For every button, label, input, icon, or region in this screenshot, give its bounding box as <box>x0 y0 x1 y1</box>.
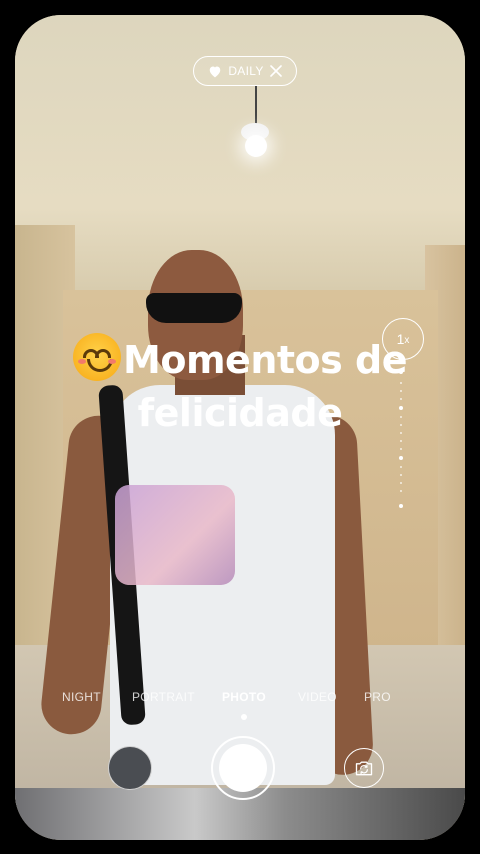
person-shirt <box>110 385 335 785</box>
shirt-print <box>115 485 235 585</box>
caption-line-1: Momentos de <box>60 333 420 387</box>
caption-text[interactable]: Momentos de felicidade <box>60 333 420 440</box>
sunglasses <box>146 293 242 323</box>
mode-night[interactable]: NIGHT <box>62 690 101 704</box>
flip-camera-button[interactable] <box>344 748 384 788</box>
active-mode-indicator <box>241 714 247 720</box>
daily-label: DAILY <box>228 64 264 78</box>
zoom-value: 1 <box>396 331 405 347</box>
smiling-face-emoji <box>73 333 122 381</box>
close-icon[interactable] <box>269 65 282 77</box>
mode-portrait[interactable]: PORTRAIT <box>132 690 195 704</box>
heart-icon <box>210 66 221 77</box>
mode-pro[interactable]: PRO <box>364 690 391 704</box>
gallery-thumbnail[interactable] <box>108 746 152 790</box>
daily-pill[interactable]: DAILY <box>193 56 297 86</box>
zoom-button[interactable]: 1x <box>382 318 424 360</box>
caption-line-1-text: Momentos de <box>123 338 407 382</box>
camera-mode-selector[interactable]: NIGHT PORTRAIT PHOTO VIDEO PRO <box>0 690 480 710</box>
zoom-slider[interactable] <box>399 370 403 510</box>
caption-line-2: felicidade <box>137 391 343 435</box>
zoom-unit: x <box>404 335 410 346</box>
light-bulb <box>245 135 267 157</box>
mode-video[interactable]: VIDEO <box>298 690 337 704</box>
flip-camera-icon <box>355 761 373 776</box>
mode-photo[interactable]: PHOTO <box>222 690 266 704</box>
shutter-button[interactable] <box>219 744 267 792</box>
